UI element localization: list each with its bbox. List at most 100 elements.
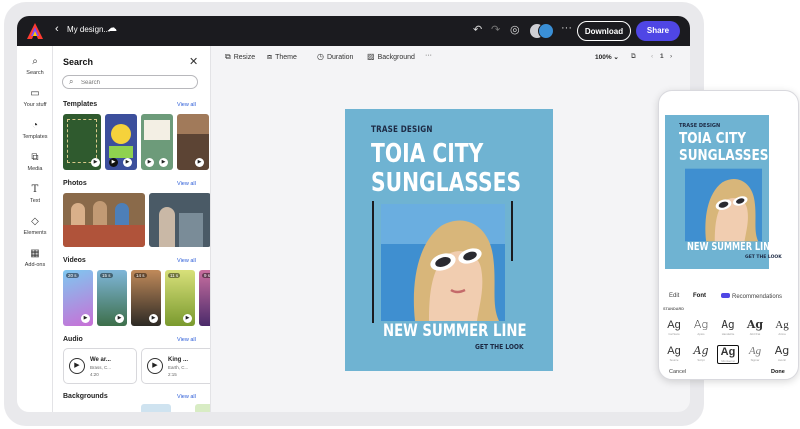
font-option[interactable]: Ag Arima <box>771 319 793 336</box>
photos-view-all-link[interactable]: View all <box>177 181 196 187</box>
undo-icon[interactable]: ↶ <box>473 23 482 36</box>
top-bar: ‹ My design... ☁ ↶ ↷ ◎ ··· Download Shar… <box>17 16 690 46</box>
done-button[interactable]: Done <box>771 369 785 375</box>
audio-track-card[interactable]: ▶ We ar... Brass, C... 4:20 <box>63 348 137 384</box>
collaborator-avatars[interactable] <box>529 23 555 39</box>
poster-subtitle[interactable]: NEW SUMMER LINE <box>383 321 527 341</box>
font-option-selected[interactable]: Ag Montserrat <box>717 345 739 364</box>
backgrounds-view-all-link[interactable]: View all <box>177 394 196 400</box>
audio-view-all-link[interactable]: View all <box>177 337 196 343</box>
play-icon: ▶ <box>195 158 204 167</box>
rail-item-templates[interactable]: ◔ Templates <box>17 120 53 140</box>
adobe-express-logo-icon[interactable] <box>26 22 44 40</box>
rail-item-text[interactable]: T Text <box>17 184 53 204</box>
redo-icon[interactable]: ↷ <box>491 23 500 36</box>
tab-edit[interactable]: Edit <box>669 293 679 299</box>
prev-page-icon[interactable]: ‹ <box>651 53 653 60</box>
video-duration: 9 s <box>202 273 211 278</box>
template-thumbnail[interactable]: ▶ <box>177 114 209 170</box>
duration-button[interactable]: ◷ Duration <box>317 52 353 61</box>
poster-title[interactable]: TOIA CITY SUNGLASSES <box>371 140 521 198</box>
play-icon[interactable]: ▶ <box>69 358 85 374</box>
background-button[interactable]: ▨ Background <box>367 52 415 61</box>
cancel-button[interactable]: Cancel <box>669 369 686 375</box>
more-options-icon[interactable]: ··· <box>561 22 572 34</box>
media-icon: ⧉ <box>31 152 39 163</box>
close-icon[interactable]: ✕ <box>189 55 198 68</box>
video-duration: 15 s <box>100 273 113 278</box>
font-option[interactable]: Ag Cal Sans <box>663 319 685 336</box>
user-avatar[interactable] <box>538 23 554 39</box>
font-row: Ag Source Ag Script Ag Montserrat Ag Sigmar … <box>659 344 798 367</box>
pages-icon[interactable]: ⧉ <box>631 53 636 61</box>
font-option[interactable]: Ag Handwrite <box>717 318 739 337</box>
play-icon: ▶ <box>145 158 154 167</box>
font-option[interactable]: Ag Script <box>690 344 712 363</box>
more-tools-icon[interactable]: ··· <box>425 52 432 59</box>
resize-icon: ⧉ <box>225 52 231 61</box>
play-icon: ▶ <box>159 158 168 167</box>
sparkle-icon <box>721 293 730 298</box>
theme-button[interactable]: ⧈ Theme <box>267 52 297 62</box>
font-option[interactable]: Ag Avenir <box>771 345 793 363</box>
rail-label: Search <box>26 70 44 76</box>
tab-recommendations[interactable]: Recommendations <box>721 293 782 300</box>
cloud-sync-icon: ☁ <box>107 23 117 34</box>
audio-track-card[interactable]: ▶ King ... Earth, C... 2:15 <box>141 348 210 384</box>
rail-item-media[interactable]: ⧉ Media <box>17 152 53 172</box>
template-thumbnail[interactable]: ▶ <box>63 114 101 170</box>
rail-label: Elements <box>23 230 47 236</box>
font-glyph: Ag <box>667 319 681 331</box>
elements-icon: ◇ <box>31 216 39 227</box>
play-icon: ▶ <box>81 314 90 323</box>
poster-tagline[interactable]: GET THE LOOK <box>475 343 524 351</box>
design-canvas[interactable]: TRASE DESIGN TOIA CITY SUNGLASSES NEW SU… <box>345 109 553 371</box>
video-thumbnail[interactable]: 9 s <box>199 270 211 326</box>
theme-label: Theme <box>275 54 297 61</box>
zoom-dropdown[interactable]: 100% ⌄ <box>595 53 619 61</box>
font-option[interactable]: Ag Aptos <box>690 319 712 337</box>
font-option[interactable]: Ag Abril Fat <box>744 319 766 337</box>
rail-item-elements[interactable]: ◇ Elements <box>17 216 53 236</box>
poster-brand[interactable]: TRASE DESIGN <box>371 125 433 135</box>
background-thumbnail[interactable] <box>195 404 210 412</box>
search-box[interactable]: ⌕ <box>62 75 198 89</box>
template-thumbnail[interactable]: ▶ ▶ <box>141 114 173 170</box>
video-thumbnail[interactable]: 20 s ▶ <box>63 270 93 326</box>
video-thumbnail[interactable]: 15 s ▶ <box>97 270 127 326</box>
phone-design-preview[interactable]: TRASE DESIGN TOIA CITY SUNGLASSES NEW SU… <box>665 115 782 269</box>
background-thumbnail[interactable] <box>141 404 171 412</box>
lightbulb-icon[interactable]: ◎ <box>510 23 520 36</box>
font-option[interactable]: Ag Source <box>663 345 685 362</box>
document-name[interactable]: My design... <box>67 25 110 34</box>
rail-item-search[interactable]: ⌕ Search <box>17 56 53 76</box>
video-thumbnail[interactable]: 14 s ▶ <box>131 270 161 326</box>
photo-thumbnail[interactable] <box>63 193 145 247</box>
font-option[interactable]: Ag Sigmar <box>744 345 766 362</box>
template-thumbnail[interactable]: ▶ ▶ <box>105 114 137 170</box>
download-button[interactable]: Download <box>577 21 631 41</box>
photo-thumbnail[interactable] <box>149 193 210 247</box>
templates-view-all-link[interactable]: View all <box>177 102 196 108</box>
rail-label: Your stuff <box>23 102 47 108</box>
back-icon[interactable]: ‹ <box>55 23 59 35</box>
video-thumbnail[interactable]: 11 s ▶ <box>165 270 195 326</box>
play-icon[interactable]: ▶ <box>147 358 163 374</box>
resize-button[interactable]: ⧉ Resize <box>225 52 255 62</box>
share-button[interactable]: Share <box>636 21 680 41</box>
font-glyph: Ag <box>693 344 709 357</box>
font-glyph: Ag <box>721 318 735 331</box>
poster-photo[interactable] <box>381 204 505 321</box>
video-duration: 20 s <box>66 273 79 278</box>
search-icon: ⌕ <box>32 56 38 67</box>
videos-view-all-link[interactable]: View all <box>177 258 196 264</box>
font-name: Source <box>669 358 679 362</box>
tab-font[interactable]: Font <box>693 293 706 299</box>
search-input[interactable] <box>81 78 191 87</box>
left-rail: ⌕ Search ▭ Your stuff ◔ Templates ⧉ Medi… <box>17 46 53 412</box>
next-page-icon[interactable]: › <box>670 53 672 60</box>
phone-poster-tagline: GET THE LOOK <box>745 255 782 260</box>
rail-item-add-ons[interactable]: ▦ Add-ons <box>17 248 53 268</box>
font-name: Sigmar <box>750 358 760 362</box>
rail-item-your-stuff[interactable]: ▭ Your stuff <box>17 88 53 108</box>
